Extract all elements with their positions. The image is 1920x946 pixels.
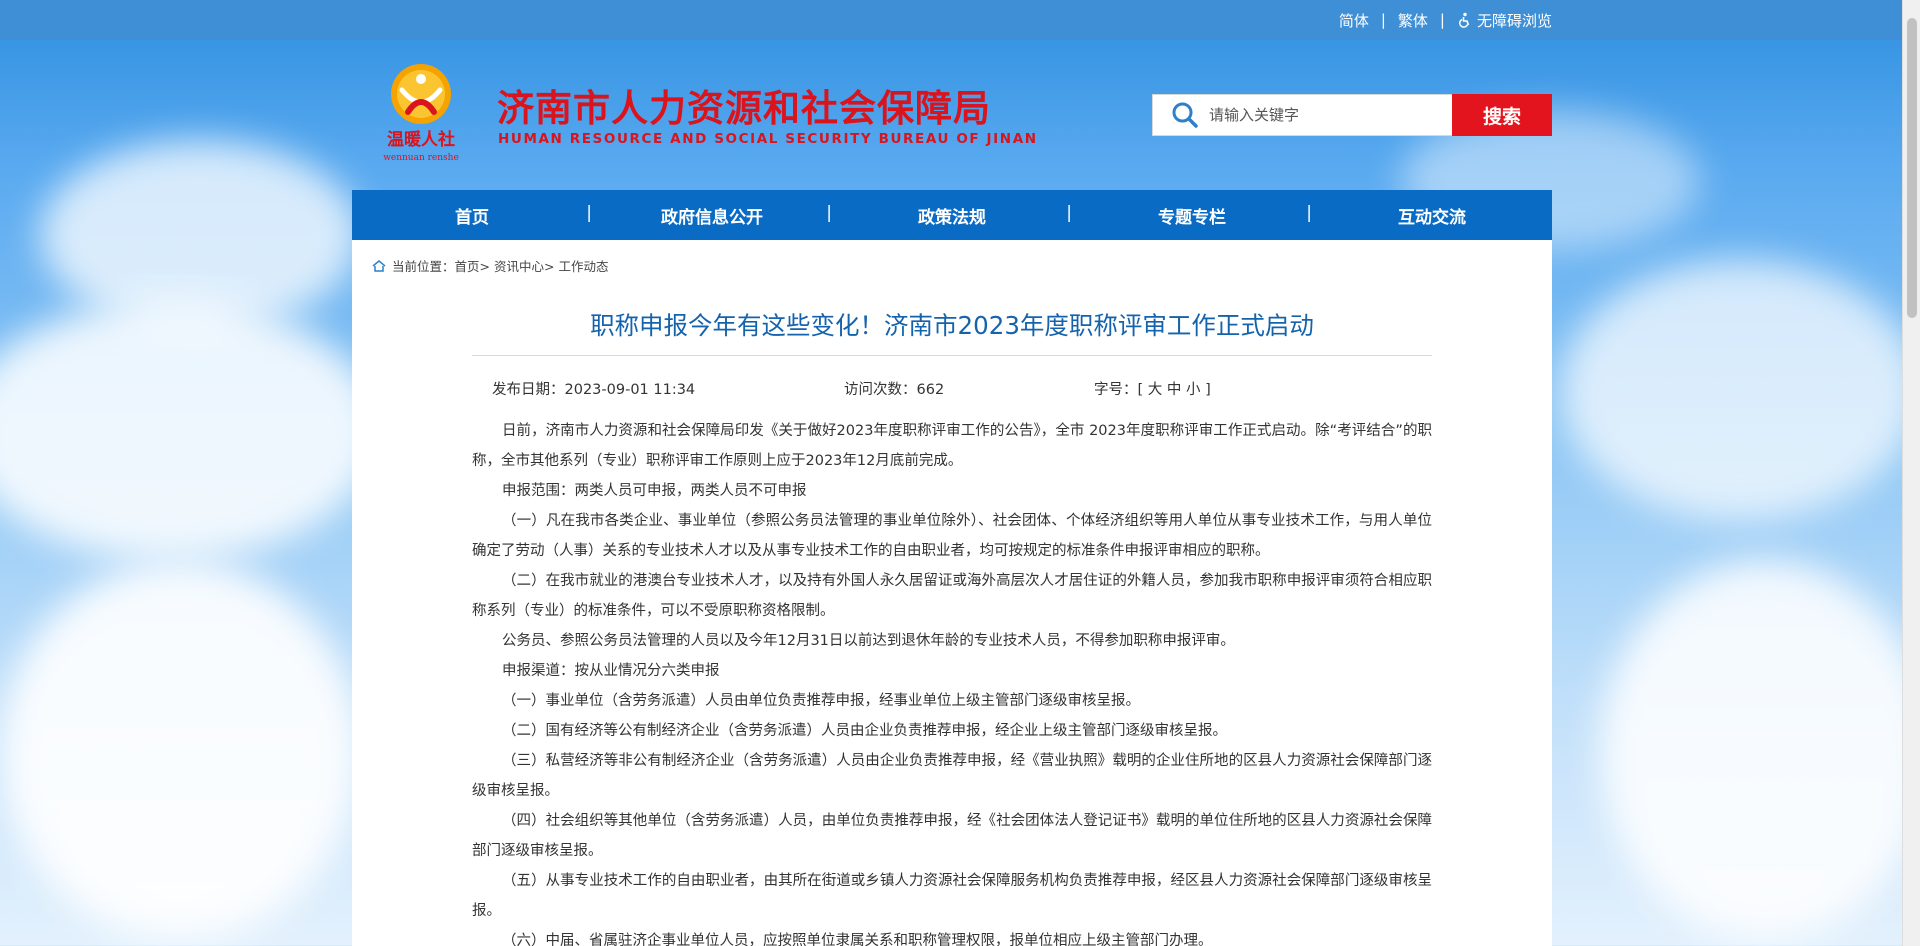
publish-date: 发布日期：2023-09-01 11:34 — [492, 382, 696, 398]
home-icon — [372, 259, 386, 272]
title-divider — [472, 355, 1432, 356]
background-cloud — [0, 560, 360, 940]
paragraph: （一）凡在我市各类企业、事业单位（参照公务员法管理的事业单位除外）、社会团体、个… — [472, 513, 1432, 559]
main-nav: 首页 政府信息公开 政策法规 专题专栏 互动交流 — [352, 190, 1552, 240]
background-cloud — [1560, 260, 1920, 520]
font-size-control: 字号：[ 大 中 小 ] — [1094, 378, 1211, 399]
article-title: 职称申报今年有这些变化！济南市2023年度职称评审工作正式启动 — [590, 311, 1314, 340]
logo-text: 温暖人社 — [387, 129, 455, 150]
font-size-large[interactable]: 大 — [1148, 378, 1163, 399]
paragraph: （一）事业单位（含劳务派遣）人员由单位负责推荐申报，经事业单位上级主管部门逐级审… — [502, 693, 1140, 709]
paragraph: （三）私营经济等非公有制经济企业（含劳务派遣）人员由企业负责推荐申报，经《营业执… — [472, 753, 1432, 799]
article-body: 日前，济南市人力资源和社会保障局印发《关于做好2023年度职称评审工作的公告》，… — [472, 416, 1432, 946]
search-input[interactable] — [1209, 106, 1439, 124]
font-size-close: ] — [1205, 382, 1211, 398]
article-meta: 发布日期：2023-09-01 11:34 访问次数：662 字号：[ 大 中 小 … — [492, 378, 1211, 399]
background-cloud — [1600, 560, 1920, 940]
font-size-label: 字号：[ — [1094, 382, 1144, 398]
accessibility-link[interactable]: 无障碍浏览 — [1457, 10, 1552, 31]
search-icon — [1172, 102, 1198, 128]
breadcrumb: 当前位置： 首页> 资讯中心> 工作动态 — [372, 256, 609, 275]
separator: | — [1380, 11, 1386, 29]
background-cloud — [0, 300, 380, 560]
paragraph: （六）中届、省属驻济企事业单位人员，应按照单位隶属关系和职称管理权限，报单位相应… — [502, 933, 1213, 946]
breadcrumb-home[interactable]: 首页> — [455, 256, 490, 275]
paragraph: （四）社会组织等其他单位（含劳务派遣）人员，由单位负责推荐申报，经《社会团体法人… — [472, 813, 1432, 859]
site-title: 济南市人力资源和社会保障局 — [497, 86, 991, 130]
paragraph: 日前，济南市人力资源和社会保障局印发《关于做好2023年度职称评审工作的公告》，… — [472, 423, 1432, 469]
scroll-thumb[interactable] — [1907, 18, 1917, 318]
paragraph: 申报渠道：按从业情况分六类申报 — [502, 663, 720, 679]
logo-pinyin: wennuan renshe — [383, 153, 459, 163]
breadcrumb-news-center[interactable]: 资讯中心> — [494, 256, 554, 275]
font-size-small[interactable]: 小 — [1186, 378, 1201, 399]
simplified-link[interactable]: 简体 — [1339, 10, 1369, 31]
accessibility-icon — [1459, 12, 1470, 28]
search-button[interactable]: 搜索 — [1452, 94, 1552, 136]
font-size-medium[interactable]: 中 — [1167, 378, 1182, 399]
top-bar: 简体 | 繁体 | 无障碍浏览 — [0, 0, 1902, 40]
breadcrumb-prefix: 当前位置： — [392, 259, 455, 274]
site-subtitle: HUMAN RESOURCE AND SOCIAL SECURITY BUREA… — [498, 131, 1038, 147]
accessibility-label: 无障碍浏览 — [1476, 11, 1552, 30]
search-box — [1152, 94, 1453, 136]
nav-item-home[interactable]: 首页 — [352, 203, 592, 228]
nav-item-policy[interactable]: 政策法规 — [832, 203, 1072, 228]
breadcrumb-work-news[interactable]: 工作动态 — [558, 256, 608, 275]
paragraph: （五）从事专业技术工作的自由职业者，由其所在街道或乡镇人力资源社会保障服务机构负… — [472, 873, 1432, 919]
traditional-link[interactable]: 繁体 — [1398, 10, 1428, 31]
content-panel: 当前位置： 首页> 资讯中心> 工作动态 职称申报今年有这些变化！济南市2023… — [352, 240, 1552, 946]
language-links: 简体 | 繁体 | 无障碍浏览 — [1339, 0, 1552, 40]
nav-item-topics[interactable]: 专题专栏 — [1072, 203, 1312, 228]
paragraph: 申报范围：两类人员可申报，两类人员不可申报 — [502, 483, 807, 499]
page-scrollbar[interactable] — [1902, 0, 1920, 946]
visit-count: 访问次数：662 — [844, 382, 945, 398]
nav-item-interaction[interactable]: 互动交流 — [1312, 203, 1552, 228]
paragraph: 公务员、参照公务员法管理的人员以及今年12月31日以前达到退休年龄的专业技术人员… — [502, 633, 1235, 649]
separator: | — [1439, 11, 1445, 29]
site-logo[interactable]: 温暖人社 wennuan renshe — [378, 62, 464, 166]
paragraph: （二）在我市就业的港澳台专业技术人才，以及持有外国人永久居留证或海外高层次人才居… — [472, 573, 1432, 619]
paragraph: （二）国有经济等公有制经济企业（含劳务派遣）人员由企业负责推荐申报，经企业上级主… — [502, 723, 1227, 739]
nav-item-gov-info[interactable]: 政府信息公开 — [592, 203, 832, 228]
